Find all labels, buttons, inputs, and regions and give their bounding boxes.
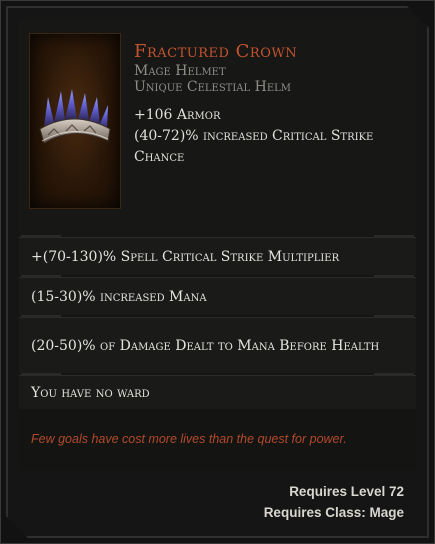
item-type: Mage Helmet bbox=[134, 63, 226, 79]
lore-section: Few goals have cost more lives than the … bbox=[19, 410, 416, 470]
item-base: Unique Celestial Helm bbox=[134, 79, 291, 95]
item-header: Fractured Crown Mage Helmet Unique Celes… bbox=[19, 19, 416, 236]
implicit-armor: +106 Armor bbox=[134, 107, 221, 123]
affix-text: (15-30)% increased Mana bbox=[31, 288, 207, 305]
implicit-list: +106 Armor (40-72)% increased Critical S… bbox=[134, 105, 406, 168]
affix-row: You have no ward bbox=[19, 375, 416, 409]
affix-text: +(70-130)% Spell Critical Strike Multipl… bbox=[31, 248, 340, 265]
level-requirement: Requires Level 72 bbox=[289, 484, 404, 499]
affix-text: You have no ward bbox=[31, 384, 150, 401]
affix-row: (20-50)% of Damage Dealt to Mana Before … bbox=[19, 317, 416, 373]
lore-text: Few goals have cost more lives than the … bbox=[31, 432, 347, 446]
item-info: Fractured Crown Mage Helmet Unique Celes… bbox=[134, 41, 406, 168]
crown-icon bbox=[39, 89, 111, 144]
row-divider bbox=[21, 373, 61, 376]
row-divider bbox=[374, 275, 414, 278]
row-divider bbox=[21, 315, 61, 318]
item-tooltip: Fractured Crown Mage Helmet Unique Celes… bbox=[0, 0, 435, 544]
affix-row: +(70-130)% Spell Critical Strike Multipl… bbox=[19, 237, 416, 275]
implicit-crit-chance: (40-72)% increased Critical Strike Chanc… bbox=[134, 128, 374, 165]
row-divider bbox=[21, 275, 61, 278]
row-divider bbox=[374, 315, 414, 318]
item-name: Fractured Crown bbox=[134, 41, 298, 62]
affix-text: (20-50)% of Damage Dealt to Mana Before … bbox=[31, 337, 380, 354]
row-divider bbox=[374, 373, 414, 376]
row-divider bbox=[374, 235, 414, 238]
affix-row: (15-30)% increased Mana bbox=[19, 277, 416, 315]
class-requirement: Requires Class: Mage bbox=[263, 505, 404, 520]
requirements: Requires Level 72 Requires Class: Mage bbox=[264, 481, 404, 523]
item-portrait bbox=[29, 33, 121, 209]
row-divider bbox=[21, 235, 61, 238]
